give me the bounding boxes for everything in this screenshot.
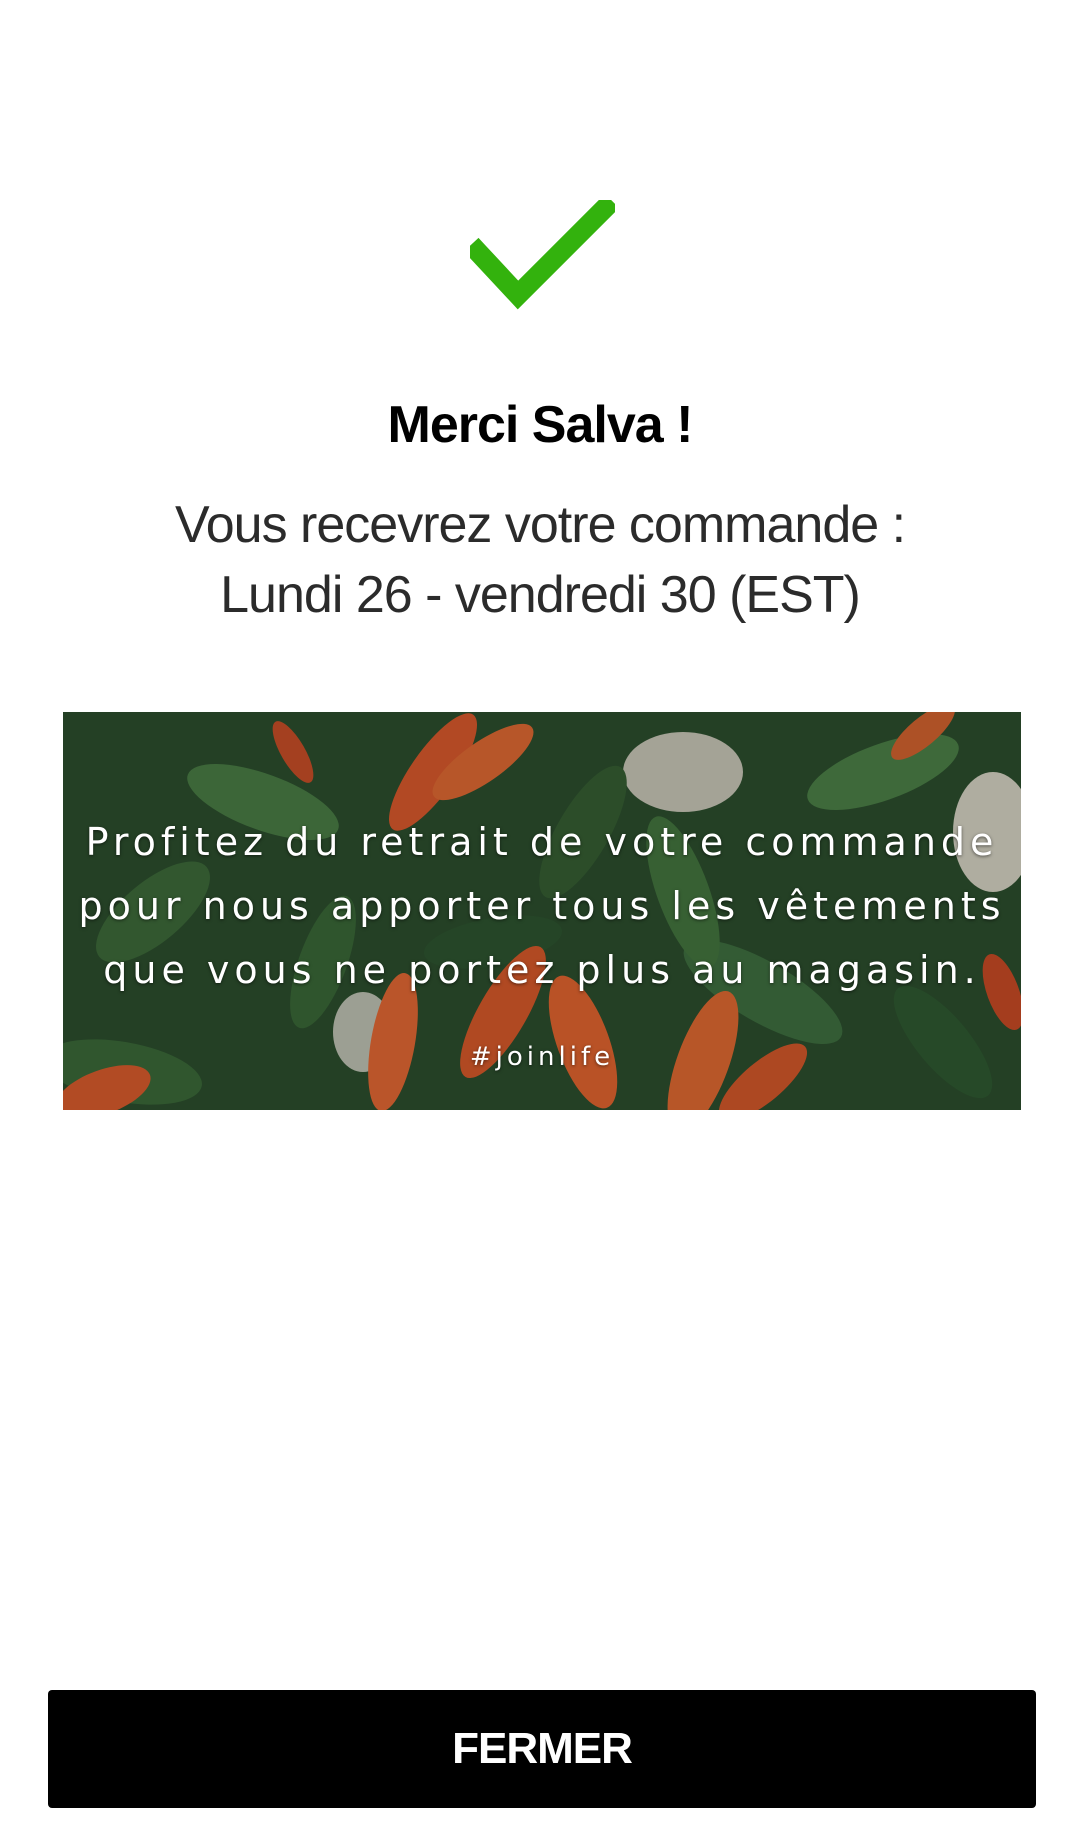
banner-text-line-2: pour nous apporter tous les vêtements [78,884,1006,928]
banner-text-line-1: Profitez du retrait de votre commande [85,820,999,864]
thank-you-title: Merci Salva ! [387,396,694,454]
order-confirmation-screen: Merci Salva ! Vous recevrez votre comman… [0,0,1080,1848]
delivery-message: Vous recevrez votre commande : [174,496,906,554]
banner-hashtag: #joinlife [469,1042,615,1072]
close-button-label: FERMER [452,1724,633,1773]
close-button[interactable]: FERMER [48,1690,1036,1808]
checkmark-icon [470,200,615,310]
joinlife-banner: Profitez du retrait de votre commande po… [63,712,1021,1110]
banner-text-line-3: que vous ne portez plus au magasin. [103,948,981,992]
delivery-dates: Lundi 26 - vendredi 30 (EST) [220,566,861,624]
